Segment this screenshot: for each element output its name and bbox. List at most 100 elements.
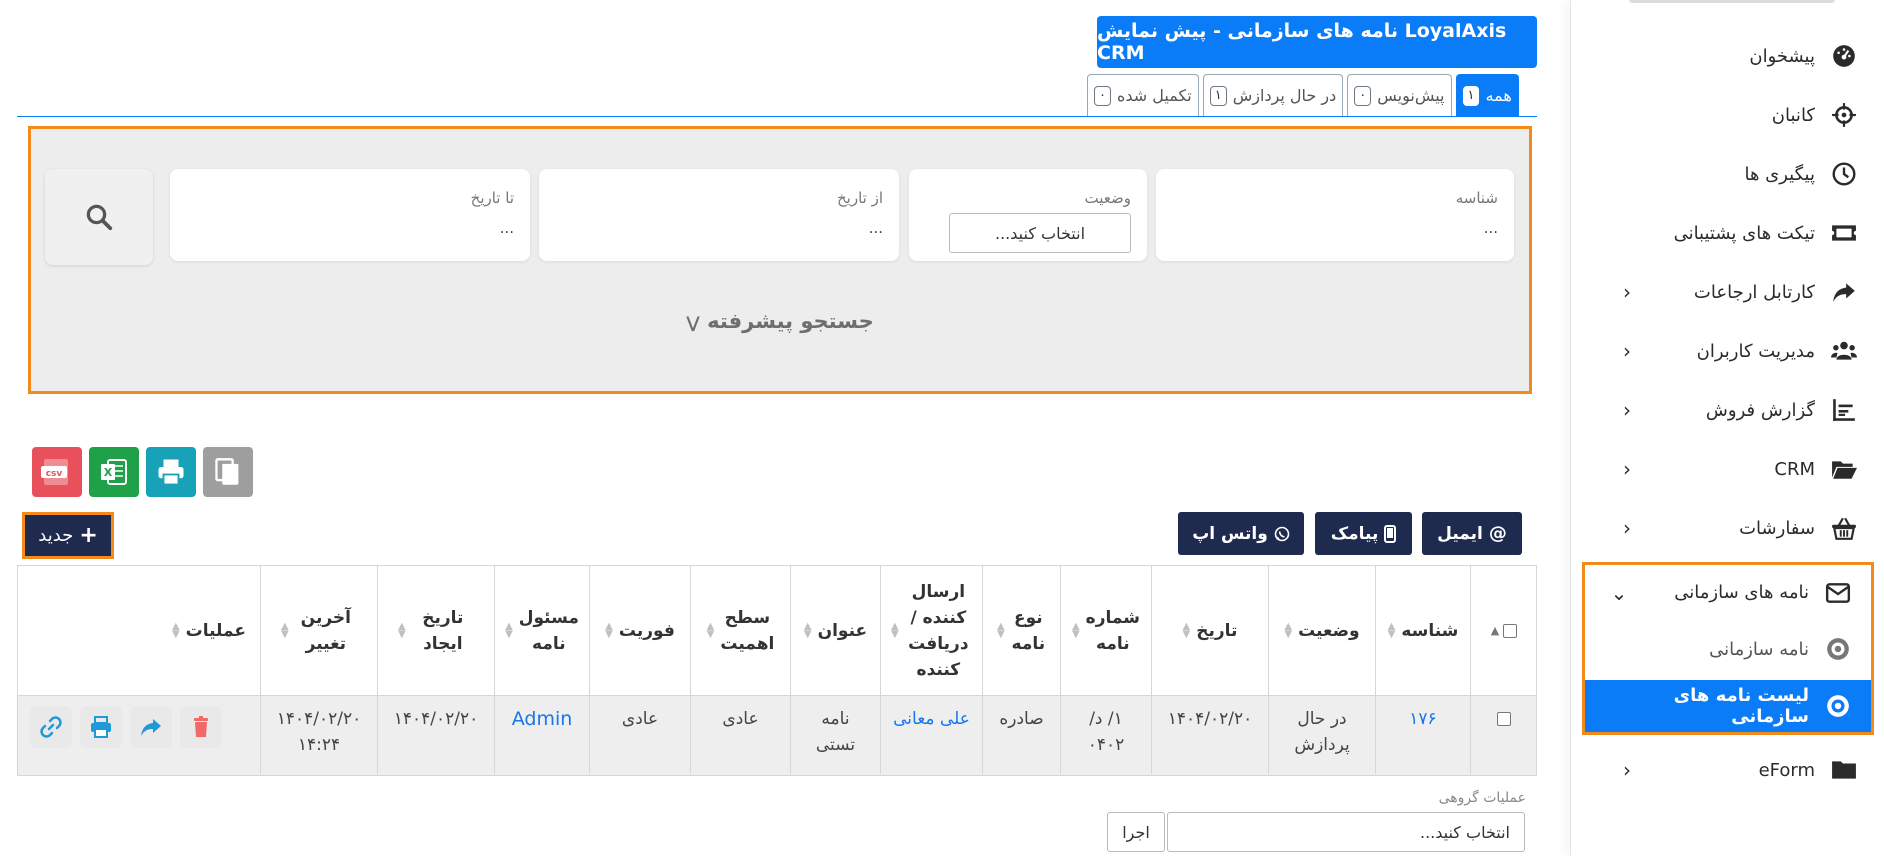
advanced-search-toggle[interactable]: جستجو پیشرفته ⋁ <box>31 309 1529 333</box>
link-button[interactable] <box>30 706 72 748</box>
sms-button[interactable]: پیامک <box>1315 512 1412 555</box>
id-filter[interactable]: شناسه ... <box>1156 169 1514 261</box>
sidebar-item-sales-report[interactable]: گزارش فروش ‹ <box>1589 385 1879 435</box>
column-owner[interactable]: مسئول نامه ▲ ▼ <box>495 566 590 695</box>
sidebar-item-dashboard[interactable]: پیشخوان <box>1589 31 1879 81</box>
row-owner[interactable]: Admin <box>495 696 590 774</box>
sidebar-item-crm[interactable]: CRM ‹ <box>1589 444 1879 494</box>
to-date-filter[interactable]: تا تاریخ ... <box>170 169 530 261</box>
column-number[interactable]: شماره نامه ▲ ▼ <box>1061 566 1152 695</box>
status-select[interactable]: انتخاب کنید... <box>949 213 1131 253</box>
row-checkbox[interactable] <box>1497 712 1511 726</box>
sidebar-item-followups[interactable]: پیگیری ها <box>1589 149 1879 199</box>
sidebar-item-orders[interactable]: سفارشات ‹ <box>1589 503 1879 553</box>
tab-completed[interactable]: تکمیل شده ۰ <box>1087 74 1199 116</box>
tab-processing-label: در حال پردازش <box>1232 86 1337 105</box>
email-button-label: ایمیل <box>1437 523 1483 544</box>
row-sender[interactable]: علی معانی <box>881 696 983 774</box>
clock-icon <box>1829 159 1859 189</box>
print-icon <box>91 716 111 738</box>
to-date-input[interactable]: ... <box>500 219 514 237</box>
select-all-column: ▲ <box>1471 566 1537 695</box>
email-button[interactable]: @ ایمیل <box>1422 512 1522 555</box>
row-number: ۱/ د/۰۴۰۲ <box>1061 696 1152 774</box>
copy-export-button[interactable] <box>203 447 253 497</box>
sidebar-item-users[interactable]: مدیریت کاربران ‹ <box>1589 326 1879 376</box>
page-title: نامه های سازمانی - پیش نمایش LoyalAxis C… <box>1097 16 1537 68</box>
search-button[interactable] <box>45 169 153 265</box>
folder-icon <box>1829 755 1859 785</box>
csv-icon-text: csv <box>46 469 63 479</box>
sidebar-item-letters[interactable]: نامه های سازمانی ⌄ <box>1585 565 1871 620</box>
dashboard-icon <box>1829 41 1859 71</box>
column-importance-label: سطح اهمیت <box>720 607 775 654</box>
column-urgency[interactable]: فوریت ▲ ▼ <box>590 566 691 695</box>
chart-icon <box>1829 395 1859 425</box>
forward-button[interactable] <box>130 706 172 748</box>
sort-icon: ▲ ▼ <box>997 620 1005 640</box>
sort-icon: ▲ ▼ <box>803 620 812 640</box>
sidebar-item-letter[interactable]: نامه سازمانی <box>1585 622 1871 676</box>
column-actions[interactable]: عملیات ▲ ▼ <box>18 566 261 695</box>
row-modified: ۱۴۰۴/۰۲/۲۰ ۱۴:۲۴ <box>261 696 378 774</box>
column-modified[interactable]: آخرین تغییر ▲ ▼ <box>261 566 378 695</box>
sidebar-item-letters-list[interactable]: لیست نامه های سازمانی <box>1585 680 1871 732</box>
from-date-filter[interactable]: از تاریخ ... <box>539 169 899 261</box>
column-created[interactable]: تاریخ ایجاد ▲ ▼ <box>378 566 495 695</box>
sort-icon: ▲ ▼ <box>398 620 406 640</box>
sort-icon: ▲ ▼ <box>1284 620 1293 640</box>
tab-all-label: همه <box>1485 86 1512 105</box>
new-letter-button[interactable]: + جدید <box>22 512 114 559</box>
print-button[interactable] <box>80 706 122 748</box>
whatsapp-button[interactable]: واتس اپ <box>1178 512 1304 555</box>
sidebar-item-kanban[interactable]: کانبان <box>1589 90 1879 140</box>
column-actions-label: عملیات <box>185 620 246 641</box>
csv-icon: csv <box>41 459 68 485</box>
column-status[interactable]: وضعیت ▲ ▼ <box>1269 566 1376 695</box>
column-id[interactable]: شناسه ▲ ▼ <box>1376 566 1471 695</box>
print-export-button[interactable] <box>146 447 196 497</box>
sidebar-item-eform[interactable]: eForm ‹ <box>1589 745 1879 795</box>
row-id[interactable]: ۱۷۶ <box>1376 696 1471 774</box>
row-importance: عادی <box>691 696 791 774</box>
whatsapp-button-label: واتس اپ <box>1192 523 1268 544</box>
sidebar-item-label: لیست نامه های سازمانی <box>1673 685 1809 727</box>
sidebar-item-label: سفارشات <box>1739 517 1815 539</box>
row-date: ۱۴۰۴/۰۲/۲۰ <box>1152 696 1269 774</box>
row-status: در حال پردازش <box>1269 696 1376 774</box>
tab-all[interactable]: همه ۱ <box>1455 74 1519 116</box>
column-title[interactable]: عنوان ▲ ▼ <box>791 566 881 695</box>
bulk-actions-select[interactable]: انتخاب کنید... <box>1167 812 1525 852</box>
tab-processing[interactable]: در حال پردازش ۱ <box>1202 74 1344 116</box>
column-modified-label: آخرین تغییر <box>300 607 352 654</box>
column-sender[interactable]: ارسال کننده / دریافت کننده ▲ ▼ <box>881 566 983 695</box>
basket-icon <box>1829 513 1859 543</box>
column-owner-label: مسئول نامه <box>518 607 579 654</box>
tab-completed-count: ۰ <box>1094 85 1111 106</box>
bulk-run-button[interactable]: اجرا <box>1107 812 1165 852</box>
row-title: نامه تستی <box>791 696 881 774</box>
sidebar-item-tickets[interactable]: تیکت های پشتیبانی <box>1589 208 1879 258</box>
delete-button[interactable] <box>180 706 222 748</box>
sort-icon: ▲ ▼ <box>1071 620 1080 640</box>
tabs-divider <box>17 116 1537 117</box>
sort-icon: ▲ ▼ <box>171 620 180 640</box>
sidebar-group-letters: نامه های سازمانی ⌄ نامه سازمانی لیست نام… <box>1582 562 1874 735</box>
csv-export-button[interactable]: csv <box>32 447 82 497</box>
chevron-left-icon: ‹ <box>1623 398 1631 422</box>
column-type[interactable]: نوع نامه ▲ ▼ <box>983 566 1061 695</box>
sidebar-item-referrals[interactable]: کارتابل ارجاعات ‹ <box>1589 267 1879 317</box>
sidebar-item-label: کارتابل ارجاعات <box>1693 281 1815 303</box>
tab-draft[interactable]: پیش‌نویس ۰ <box>1347 74 1452 116</box>
column-date[interactable]: تاریخ ▲ ▼ <box>1152 566 1269 695</box>
select-all-checkbox[interactable] <box>1503 623 1518 638</box>
id-filter-input[interactable]: ... <box>1484 219 1498 237</box>
sidebar-item-label: پیگیری ها <box>1744 163 1815 185</box>
excel-export-button[interactable]: X <box>89 447 139 497</box>
crosshair-icon <box>1829 100 1859 130</box>
copy-icon <box>215 458 239 485</box>
tab-all-count: ۱ <box>1462 85 1480 106</box>
from-date-input[interactable]: ... <box>869 219 883 237</box>
column-importance[interactable]: سطح اهمیت ▲ ▼ <box>691 566 791 695</box>
sidebar-item-label: نامه سازمانی <box>1709 638 1809 660</box>
